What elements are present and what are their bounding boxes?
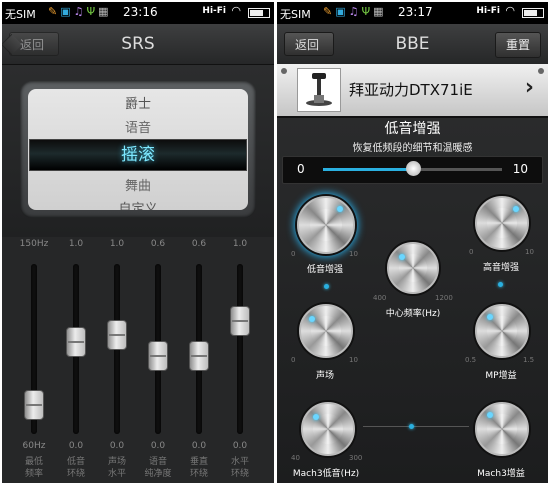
slider-label: 垂直 环绕	[189, 457, 208, 479]
wifi-icon: ◠	[505, 4, 515, 17]
header: 返回 BBE 重置	[277, 24, 548, 65]
slider-max-label: 1.0	[232, 239, 248, 249]
slider-handle[interactable]	[405, 161, 421, 176]
knob-label: Mach3增益	[477, 469, 525, 479]
slider-thumb[interactable]	[189, 341, 209, 371]
slider-thumb[interactable]	[148, 341, 168, 371]
device-selector[interactable]: 拜亚动力DTX71iE ›	[277, 64, 548, 118]
indicator-dot	[409, 424, 414, 429]
slider-min-label: 60Hz	[22, 441, 46, 451]
screw-icon	[538, 68, 544, 74]
knob-label: MP增益	[485, 371, 517, 381]
knob-label: 低音增强	[306, 265, 343, 275]
slider-min-label: 0.0	[68, 441, 84, 451]
knob-treble-boost[interactable]: 0 10 高音增强	[469, 194, 534, 280]
knob-soundfield[interactable]: 0 10 声场	[291, 302, 358, 388]
eq-sliders: 150Hz 60Hz 最低 频率 1.0 0.0 低音 环绕 1.0 0.0 声场水…	[2, 237, 274, 483]
slider-label: 声场 水平	[107, 457, 126, 479]
indicator-dot	[324, 284, 329, 289]
preset-dance[interactable]: 舞曲	[28, 175, 248, 194]
dial-mach3-bass[interactable]	[301, 402, 355, 456]
slider-thumb[interactable]	[230, 306, 250, 336]
header: 返回 SRS	[2, 24, 274, 65]
status-bar: 无SIM ✎▣♫Ψ▦ 23:16 Hi-Fi ◠	[2, 2, 274, 24]
sim-status: 无SIM	[5, 8, 36, 21]
slider-min-label: 0.0	[109, 441, 125, 451]
status-bar: 无SIM ✎▣♫Ψ▦ 23:17 Hi-Fi ◠	[277, 2, 548, 24]
slider-label: 水平 环绕	[230, 457, 249, 479]
clock: 23:16	[123, 5, 158, 19]
slider-label: 最低 频率	[24, 457, 43, 479]
knob-label: 中心频率(Hz)	[385, 309, 441, 319]
section-title: 低音增强	[384, 121, 441, 137]
slider-min-label: 0.0	[150, 441, 166, 451]
dial-bass-boost[interactable]	[297, 196, 355, 254]
bbe-panel: 低音增强 恢复低频段的细节和温暖感 0 10 0 10 低音增强 400 120…	[277, 118, 548, 483]
preset-jazz[interactable]: 爵士	[28, 93, 248, 112]
slider-max-label: 1.0	[109, 239, 125, 249]
knob-label: Mach3低音(Hz)	[292, 469, 360, 479]
dial-mp-gain[interactable]	[475, 304, 529, 358]
slider-max-label: 150Hz	[19, 239, 49, 249]
battery-icon	[522, 8, 544, 18]
knob-center-frequency[interactable]: 400 1200 中心频率(Hz)	[373, 240, 453, 328]
clock: 23:17	[398, 5, 433, 19]
bass-boost-slider[interactable]: 0 10	[282, 156, 543, 184]
page-title: SRS	[121, 34, 155, 54]
slider-label: 低音 环绕	[66, 457, 85, 479]
slider-track[interactable]	[237, 264, 243, 434]
dial-mach3-gain[interactable]	[475, 402, 529, 456]
slider-max-label: 1.0	[68, 239, 84, 249]
knob-bass-boost[interactable]: 0 10 低音增强	[291, 194, 358, 280]
srs-screen: 无SIM ✎▣♫Ψ▦ 23:16 Hi-Fi ◠ 返回 SRS 爵士 语音 摇滚…	[2, 2, 274, 483]
slider-label: 语音 纯净度	[144, 457, 172, 479]
slider-thumb[interactable]	[24, 390, 44, 420]
knob-mach3-bass[interactable]: 40 300 Mach3低音(Hz)	[291, 400, 362, 483]
knob-mach3-gain[interactable]: Mach3增益	[469, 400, 533, 483]
sim-status: 无SIM	[280, 8, 311, 21]
notification-icons: ✎▣♫Ψ▦	[48, 5, 112, 18]
bbe-screen: 无SIM ✎▣♫Ψ▦ 23:17 Hi-Fi ◠ 返回 BBE 重置 拜亚动力D…	[277, 2, 548, 483]
preset-voice[interactable]: 语音	[28, 117, 248, 136]
indicator-dot	[498, 282, 503, 287]
slider-max-label: 0.6	[150, 239, 166, 249]
slider-thumb[interactable]	[107, 320, 127, 350]
dial-soundfield[interactable]	[299, 304, 353, 358]
reset-button[interactable]: 重置	[495, 32, 541, 58]
dial-center-frequency[interactable]	[387, 242, 439, 294]
preset-rock-selected[interactable]: 摇滚	[29, 139, 247, 171]
mach3-link-line	[363, 426, 469, 427]
wifi-icon: ◠	[231, 4, 241, 17]
screw-icon	[281, 68, 287, 74]
knob-label: 声场	[315, 371, 334, 381]
chevron-right-icon[interactable]: ›	[525, 75, 534, 100]
knob-mp-gain[interactable]: 0.5 1.5 MP增益	[465, 302, 534, 388]
slider-max-label: 10	[512, 162, 528, 176]
headphone-image	[297, 68, 341, 112]
dial-treble-boost[interactable]	[475, 196, 529, 250]
preset-custom[interactable]: 自定义	[28, 198, 248, 210]
knob-label: 高音增强	[482, 263, 519, 273]
section-description: 恢复低频段的细节和温暖感	[352, 143, 473, 154]
notification-icons: ✎▣♫Ψ▦	[323, 5, 387, 18]
slider-min-label: 0	[297, 162, 305, 176]
slider-max-label: 0.6	[191, 239, 207, 249]
hifi-label: Hi-Fi	[476, 6, 500, 16]
device-name: 拜亚动力DTX71iE	[349, 81, 473, 99]
hifi-label: Hi-Fi	[202, 6, 226, 16]
preset-picker[interactable]: 爵士 语音 摇滚 舞曲 自定义	[20, 81, 256, 218]
slider-min-label: 0.0	[191, 441, 207, 451]
preset-picker-area: 爵士 语音 摇滚 舞曲 自定义	[2, 65, 274, 237]
slider-min-label: 0.0	[232, 441, 248, 451]
slider-thumb[interactable]	[66, 327, 86, 357]
slider-fill	[323, 168, 413, 171]
battery-icon	[248, 8, 270, 18]
